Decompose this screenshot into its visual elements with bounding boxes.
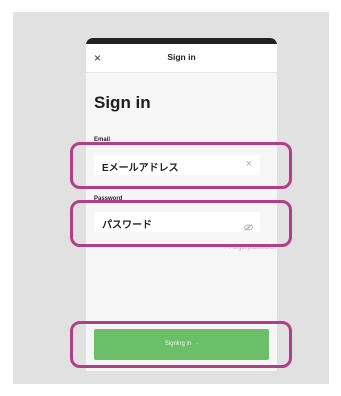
header-title: Sign in [167,52,196,62]
password-highlight [70,200,292,247]
sign-in-highlight [70,321,292,368]
email-highlight [70,142,292,189]
header-bar: × Sign in [86,44,277,73]
page-title: Sign in [94,93,151,112]
